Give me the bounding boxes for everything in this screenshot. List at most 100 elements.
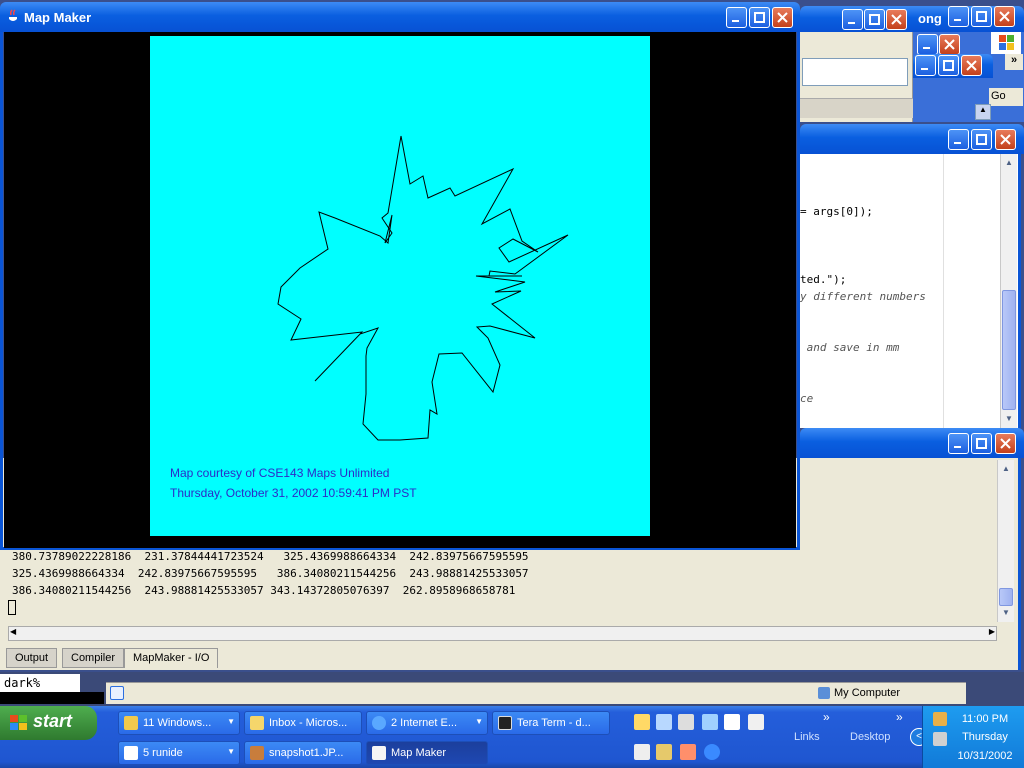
close-icon bbox=[944, 39, 955, 50]
maximize-button[interactable] bbox=[971, 433, 992, 454]
quick-launch-icon[interactable] bbox=[634, 714, 650, 730]
output-titlebar[interactable] bbox=[800, 428, 1024, 458]
tab-compiler[interactable]: Compiler bbox=[62, 648, 125, 668]
minimize-button[interactable] bbox=[948, 433, 969, 454]
code-comment: ce bbox=[800, 392, 814, 405]
ie-icon[interactable] bbox=[704, 744, 720, 760]
editor-scrollbar[interactable]: ▲ ▼ bbox=[1000, 154, 1017, 428]
toolbar-links[interactable]: Links bbox=[794, 731, 820, 743]
maximize-button[interactable] bbox=[864, 9, 885, 30]
minimize-button[interactable] bbox=[917, 34, 938, 55]
quick-launch-icon[interactable] bbox=[678, 714, 694, 730]
chevron-down-icon: ▼ bbox=[227, 717, 235, 726]
minimize-icon bbox=[923, 47, 930, 49]
close-button[interactable] bbox=[995, 129, 1016, 150]
scroll-up-button[interactable]: ▲ bbox=[975, 104, 991, 120]
output-scrollbar[interactable]: ▲ ▼ bbox=[997, 460, 1014, 622]
quick-launch-icon[interactable] bbox=[748, 714, 764, 730]
scroll-up-arrow-icon[interactable]: ▲ bbox=[1002, 156, 1016, 170]
task-inbox[interactable]: Inbox - Micros... bbox=[244, 711, 362, 735]
close-button[interactable] bbox=[772, 7, 793, 28]
go-button[interactable]: Go bbox=[989, 88, 1023, 106]
java-app-icon bbox=[9, 9, 17, 21]
start-button[interactable]: start bbox=[0, 706, 97, 740]
tab-mapmaker-io[interactable]: MapMaker - I/O bbox=[124, 648, 219, 668]
text-cursor bbox=[8, 600, 16, 615]
clock-time[interactable]: 11:00 PM bbox=[949, 713, 1021, 725]
map-outline bbox=[277, 135, 569, 441]
minimize-button[interactable] bbox=[948, 6, 969, 27]
maximize-button[interactable] bbox=[938, 55, 959, 76]
editor-titlebar[interactable] bbox=[800, 124, 1024, 154]
image-icon bbox=[250, 746, 264, 760]
chevron-more-icon[interactable]: » bbox=[823, 710, 830, 724]
maximize-icon bbox=[976, 134, 987, 145]
windows-logo-icon bbox=[991, 32, 1021, 54]
ie-titlebar[interactable] bbox=[913, 54, 993, 78]
quick-launch-icon[interactable] bbox=[656, 714, 672, 730]
folder-icon bbox=[124, 716, 138, 730]
chevron-more-icon[interactable]: » bbox=[896, 710, 903, 724]
maximize-button[interactable] bbox=[749, 7, 770, 28]
console-prompt[interactable]: dark% bbox=[0, 674, 80, 692]
scroll-up-arrow-icon[interactable]: ▲ bbox=[999, 462, 1013, 476]
quick-launch-icon[interactable] bbox=[656, 744, 672, 760]
background-window-titlebar[interactable]: ong bbox=[800, 6, 1024, 32]
quick-launch-icon[interactable] bbox=[724, 714, 740, 730]
minimize-button[interactable] bbox=[842, 9, 863, 30]
chevron-down-icon: ▼ bbox=[475, 717, 483, 726]
console-bottom bbox=[0, 692, 104, 704]
clock-day: Thursday bbox=[962, 731, 1008, 743]
close-icon bbox=[1000, 134, 1011, 145]
close-button[interactable] bbox=[995, 433, 1016, 454]
explorer-statusbar: My Computer bbox=[106, 682, 966, 704]
scroll-down-arrow-icon[interactable]: ▼ bbox=[1002, 412, 1016, 426]
minimize-button[interactable] bbox=[915, 55, 936, 76]
minimize-icon bbox=[954, 446, 961, 448]
scrollbar-thumb[interactable] bbox=[1002, 290, 1016, 410]
task-tera-term[interactable]: Tera Term - d... bbox=[492, 711, 610, 735]
maximize-button[interactable] bbox=[971, 6, 992, 27]
window-icon bbox=[124, 746, 138, 760]
quick-launch-icon[interactable] bbox=[634, 744, 650, 760]
close-button[interactable] bbox=[939, 34, 960, 55]
scroll-right-arrow-icon[interactable]: ▶ bbox=[989, 627, 995, 636]
close-button[interactable] bbox=[886, 9, 907, 30]
system-tray: 11:00 PM Thursday 10/31/2002 bbox=[922, 706, 1024, 768]
task-windows-group[interactable]: 11 Windows... ▼ bbox=[118, 711, 240, 735]
task-label: Map Maker bbox=[391, 747, 447, 759]
maximize-icon bbox=[869, 14, 880, 25]
map-area[interactable]: Map courtesy of CSE143 Maps Unlimited Th… bbox=[150, 36, 650, 536]
horizontal-scrollbar[interactable]: ◀ ▶ bbox=[8, 626, 997, 641]
task-snapshot[interactable]: snapshot1.JP... bbox=[244, 741, 362, 765]
map-canvas[interactable]: Map courtesy of CSE143 Maps Unlimited Th… bbox=[4, 32, 796, 548]
maximize-icon bbox=[976, 11, 987, 22]
tray-icon[interactable] bbox=[933, 712, 947, 726]
minimize-button[interactable] bbox=[948, 129, 969, 150]
quick-launch-icon[interactable] bbox=[702, 714, 718, 730]
tab-output[interactable]: Output bbox=[6, 648, 58, 668]
maximize-button[interactable] bbox=[971, 129, 992, 150]
scroll-down-arrow-icon[interactable]: ▼ bbox=[999, 606, 1013, 620]
close-button[interactable] bbox=[994, 6, 1015, 27]
chevron-more-icon[interactable]: » bbox=[1005, 54, 1023, 70]
code-editor[interactable]: = args[0]); ted."); y different numbers … bbox=[800, 154, 1021, 428]
tray-icon[interactable] bbox=[933, 732, 947, 746]
close-icon bbox=[966, 60, 977, 71]
scrollbar-thumb[interactable] bbox=[999, 588, 1013, 606]
close-button[interactable] bbox=[961, 55, 982, 76]
mapmaker-titlebar[interactable]: Map Maker bbox=[0, 2, 800, 32]
task-internet-explorer[interactable]: 2 Internet E... ▼ bbox=[366, 711, 488, 735]
task-runide[interactable]: 5 runide ▼ bbox=[118, 741, 240, 765]
minimize-button[interactable] bbox=[726, 7, 747, 28]
scroll-left-arrow-icon[interactable]: ◀ bbox=[10, 627, 16, 636]
mapmaker-window: Map Maker Map courtesy of CSE143 Maps Un… bbox=[0, 2, 800, 550]
quick-launch-icon[interactable] bbox=[680, 744, 696, 760]
chevron-down-icon: ▼ bbox=[227, 747, 235, 756]
close-icon bbox=[777, 12, 788, 23]
task-map-maker[interactable]: Map Maker bbox=[366, 741, 488, 765]
map-polyline bbox=[277, 135, 569, 441]
toolbar-desktop[interactable]: Desktop bbox=[850, 731, 890, 743]
address-field[interactable] bbox=[802, 58, 908, 86]
outlook-icon bbox=[250, 716, 264, 730]
